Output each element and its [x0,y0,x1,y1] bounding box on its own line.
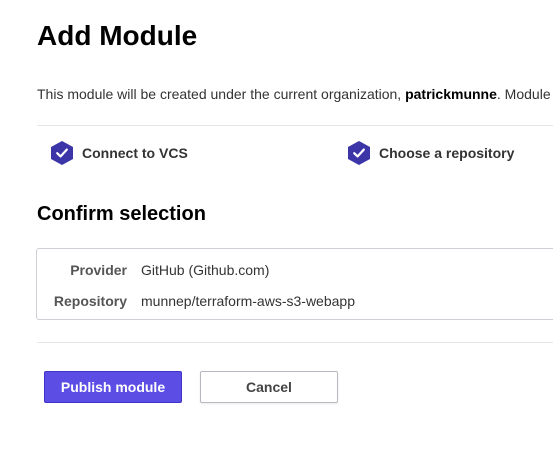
provider-value: GitHub (Github.com) [141,262,270,278]
selection-details-panel: Provider GitHub (Github.com) Repository … [36,248,553,320]
organization-name: patrickmunne [405,86,497,102]
intro-text: This module will be created under the cu… [37,86,551,102]
provider-row: Provider GitHub (Github.com) [37,260,553,280]
intro-prefix: This module will be created under the cu… [37,86,406,102]
provider-label: Provider [70,262,127,278]
intro-suffix: . Module [496,86,551,102]
check-hexagon-icon [348,141,370,165]
step-label: Connect to VCS [82,145,188,161]
repository-value: munnep/terraform-aws-s3-webapp [141,293,355,309]
step-label: Choose a repository [379,145,515,161]
confirm-selection-heading: Confirm selection [37,203,206,225]
repository-label: Repository [53,293,127,309]
cancel-button[interactable]: Cancel [200,371,338,403]
step-choose-repository: Choose a repository [347,140,514,166]
divider [37,342,553,343]
check-hexagon-icon [51,141,73,165]
repository-row: Repository munnep/terraform-aws-s3-webap… [37,291,553,311]
add-module-page: Add Module This module will be created u… [0,0,553,459]
page-title: Add Module [37,20,198,51]
divider [37,125,553,126]
publish-module-button[interactable]: Publish module [44,371,182,403]
step-connect-vcs: Connect to VCS [50,140,188,166]
